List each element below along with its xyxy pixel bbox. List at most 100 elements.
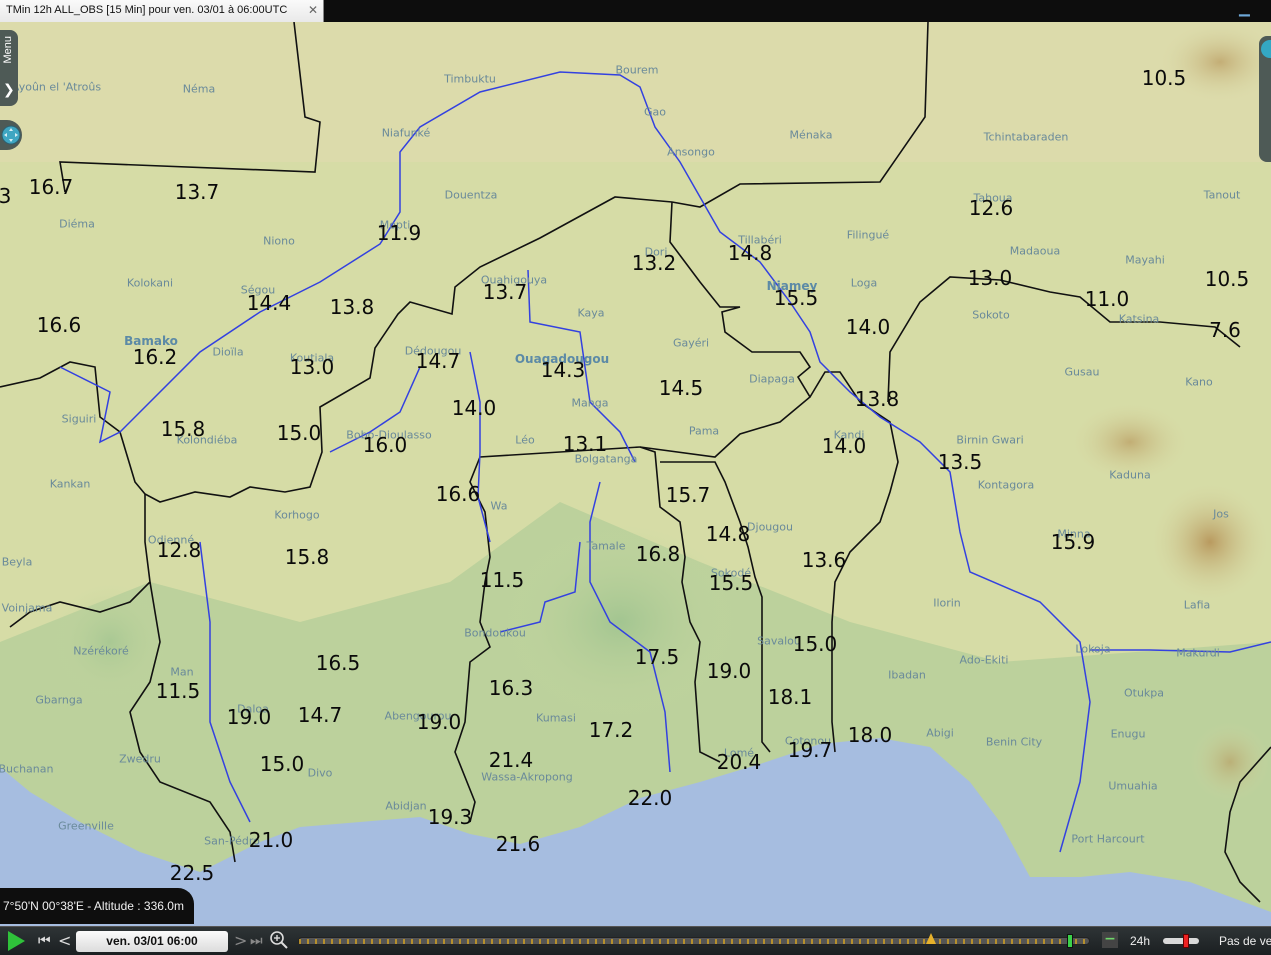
station-temperature[interactable]: 11.5 bbox=[156, 681, 201, 701]
station-temperature[interactable]: 22.0 bbox=[628, 788, 673, 808]
station-temperature[interactable]: 19.7 bbox=[788, 740, 833, 760]
station-temperature[interactable]: 14.4 bbox=[247, 293, 292, 313]
station-temperature[interactable]: 13.0 bbox=[968, 268, 1013, 288]
station-temperature[interactable]: 14.0 bbox=[822, 436, 867, 456]
place-label-beyla: Beyla bbox=[1, 555, 33, 569]
menu-button[interactable]: Menu ❯ bbox=[0, 30, 18, 106]
speed-slider-thumb[interactable] bbox=[1183, 934, 1189, 948]
station-temperature[interactable]: 15.0 bbox=[793, 634, 838, 654]
timeline-slider[interactable] bbox=[298, 933, 1090, 948]
station-temperature[interactable]: 15.7 bbox=[666, 485, 711, 505]
step-back-icon[interactable]: < bbox=[58, 931, 71, 955]
station-temperature[interactable]: 15.0 bbox=[260, 754, 305, 774]
place-label-siguiri: Siguiri bbox=[61, 412, 97, 426]
station-temperature[interactable]: 14.8 bbox=[706, 524, 751, 544]
close-icon[interactable]: ✕ bbox=[308, 3, 318, 17]
station-temperature[interactable]: 14.7 bbox=[416, 351, 461, 371]
station-temperature[interactable]: 15.8 bbox=[161, 419, 206, 439]
station-temperature[interactable]: 16.8 bbox=[636, 544, 681, 564]
station-temperature[interactable]: 16.5 bbox=[316, 653, 361, 673]
station-temperature[interactable]: 16.0 bbox=[363, 435, 408, 455]
date-time-field[interactable]: ven. 03/01 06:00 bbox=[76, 931, 228, 952]
place-label-voinjama: Voinjama bbox=[1, 601, 53, 615]
station-temperature[interactable]: 19.0 bbox=[417, 712, 462, 732]
place-label-man: Man bbox=[170, 665, 194, 679]
station-temperature[interactable]: 12.8 bbox=[157, 540, 202, 560]
timeline-current-marker[interactable] bbox=[1067, 934, 1073, 948]
map-tab[interactable]: TMin 12h ALL_OBS [15 Min] pour ven. 03/0… bbox=[0, 0, 324, 22]
place-label-abidjan: Abidjan bbox=[385, 799, 427, 813]
station-temperature[interactable]: 14.8 bbox=[728, 243, 773, 263]
station-temperature[interactable]: 11.5 bbox=[480, 570, 525, 590]
station-temperature[interactable]: 21.6 bbox=[496, 834, 541, 854]
station-temperature[interactable]: 16.6 bbox=[436, 484, 481, 504]
station-temperature[interactable]: 16.7 bbox=[29, 177, 74, 197]
place-label-lafia: Lafia bbox=[1183, 598, 1211, 612]
station-temperature[interactable]: 13.0 bbox=[290, 357, 335, 377]
station-temperature[interactable]: 19.0 bbox=[707, 661, 752, 681]
station-temperature[interactable]: 7.6 bbox=[1209, 320, 1241, 340]
place-label-bondoukou: Bondoukou bbox=[464, 626, 526, 640]
station-temperature[interactable]: 16.3 bbox=[489, 678, 534, 698]
station-temperature[interactable]: 13.1 bbox=[563, 434, 608, 454]
station-temperature[interactable]: 11.9 bbox=[377, 223, 422, 243]
step-forward-icon[interactable]: > bbox=[234, 931, 247, 955]
place-label-kolokani: Kolokani bbox=[126, 276, 174, 290]
minimize-icon[interactable]: ▁ bbox=[1239, 2, 1253, 18]
station-temperature[interactable]: 17.5 bbox=[635, 647, 680, 667]
station-temperature[interactable]: 15.5 bbox=[709, 573, 754, 593]
station-temperature[interactable]: 15.9 bbox=[1051, 532, 1096, 552]
station-temperature[interactable]: 11.0 bbox=[1085, 289, 1130, 309]
place-label-tamale: Tamale bbox=[586, 539, 626, 553]
coordinate-readout: 7°50'N 00°38'E - Altitude : 336.0m bbox=[0, 888, 194, 924]
station-temperature[interactable]: 18.1 bbox=[768, 687, 813, 707]
station-temperature[interactable]: 19.0 bbox=[227, 707, 272, 727]
skip-to-start-icon[interactable]: ⏮ bbox=[38, 933, 51, 955]
station-temperature[interactable]: 14.7 bbox=[298, 705, 343, 725]
station-temperature[interactable]: 14.3 bbox=[541, 360, 586, 380]
station-temperature[interactable]: 15.5 bbox=[774, 288, 819, 308]
pan-control-icon[interactable] bbox=[0, 120, 22, 150]
skip-to-end-icon[interactable]: ⏭ bbox=[250, 933, 263, 955]
station-temperature[interactable]: 19.3 bbox=[428, 807, 473, 827]
station-temperature[interactable]: 16.6 bbox=[37, 315, 82, 335]
place-label-manga: Manga bbox=[571, 396, 609, 410]
station-temperature[interactable]: 13.6 bbox=[802, 550, 847, 570]
place-label-gayeri: Gayéri bbox=[672, 336, 710, 350]
place-label-ansongo: Ansongo bbox=[667, 145, 715, 159]
station-temperature[interactable]: 18.0 bbox=[848, 725, 893, 745]
speed-slider[interactable] bbox=[1163, 934, 1199, 948]
station-temperature[interactable]: 13.8 bbox=[330, 297, 375, 317]
place-label-diapaga: Diapaga bbox=[749, 372, 795, 386]
station-temperature[interactable]: 21.4 bbox=[489, 750, 534, 770]
station-temperature[interactable]: 10.5 bbox=[1205, 269, 1250, 289]
station-temperature[interactable]: 20.4 bbox=[717, 752, 762, 772]
station-temperature[interactable]: 21.0 bbox=[249, 830, 294, 850]
station-temperature[interactable]: 14.0 bbox=[846, 317, 891, 337]
station-temperature[interactable]: 22.5 bbox=[170, 863, 215, 883]
station-temperature[interactable]: 14.5 bbox=[659, 378, 704, 398]
menu-label: Menu bbox=[2, 36, 14, 64]
station-temperature[interactable]: 15.0 bbox=[277, 423, 322, 443]
station-temperature[interactable]: 10.5 bbox=[1142, 68, 1187, 88]
station-temperature[interactable]: 13.7 bbox=[483, 282, 528, 302]
station-temperature[interactable]: 15.8 bbox=[285, 547, 330, 567]
station-temperature[interactable]: 13.5 bbox=[938, 452, 983, 472]
place-label-nzerekore: Nzérékoré bbox=[73, 644, 129, 658]
zoom-in-icon[interactable] bbox=[268, 929, 290, 951]
station-temperature[interactable]: 13.8 bbox=[855, 389, 900, 409]
place-label-kaduna: Kaduna bbox=[1109, 468, 1151, 482]
station-temperature[interactable]: 16.2 bbox=[133, 347, 178, 367]
map-canvas[interactable]: 'Ayoûn el 'Atroûs Néma Timbuktu Bourem Gao Ni… bbox=[0, 22, 1271, 928]
station-temperature[interactable]: 13.2 bbox=[632, 253, 677, 273]
station-temperature[interactable]: 14.0 bbox=[452, 398, 497, 418]
station-temperature[interactable]: 12.6 bbox=[969, 198, 1014, 218]
place-label-makurdi: Makurdi bbox=[1176, 646, 1220, 660]
station-temperature[interactable]: 17.2 bbox=[589, 720, 634, 740]
place-label-ibadan: Ibadan bbox=[888, 668, 926, 682]
decrease-duration-button[interactable]: − bbox=[1102, 932, 1118, 948]
station-temperature[interactable]: 13.7 bbox=[175, 182, 220, 202]
station-temperature[interactable]: 3 bbox=[0, 186, 11, 206]
play-icon[interactable] bbox=[8, 931, 25, 951]
timeline-cursor-icon[interactable] bbox=[926, 933, 936, 944]
